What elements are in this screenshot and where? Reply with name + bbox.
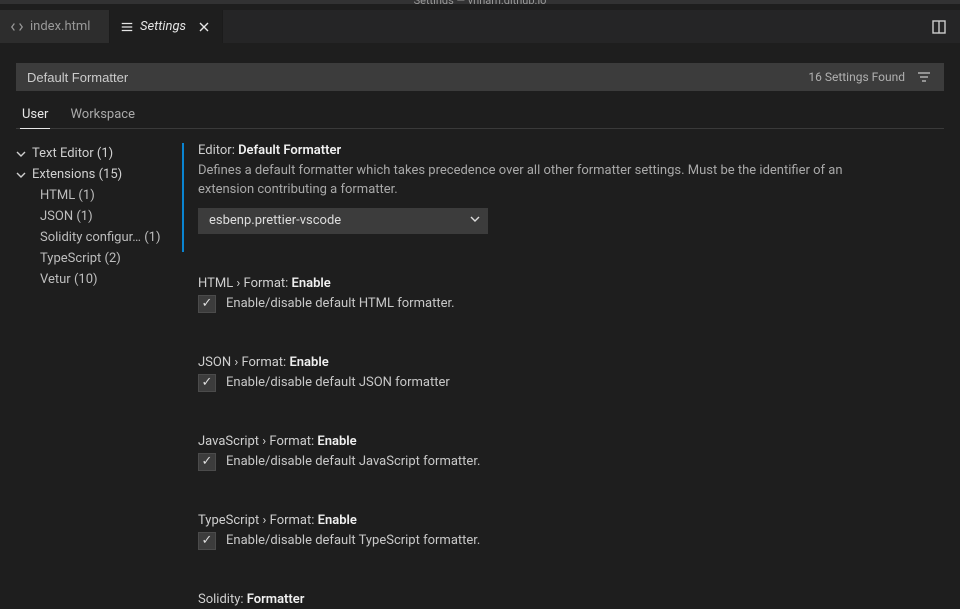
tab-bar: index.html Settings bbox=[0, 10, 960, 43]
default-formatter-dropdown[interactable]: esbenp.prettier-vscode bbox=[198, 208, 488, 234]
toc-leaf-vetur[interactable]: Vetur (10) bbox=[16, 269, 180, 290]
settings-search[interactable]: 16 Settings Found bbox=[16, 63, 944, 91]
setting-title: TypeScript › Format: Enable bbox=[198, 513, 944, 528]
checkbox-label: Enable/disable default JSON formatter bbox=[226, 375, 450, 390]
settings-toc: Text Editor (1) Extensions (15) HTML (1)… bbox=[16, 143, 180, 609]
toc-label: Text Editor (1) bbox=[32, 146, 113, 161]
setting-title: Solidity: Formatter bbox=[198, 592, 944, 607]
settings-details: Editor: Default Formatter Defines a defa… bbox=[180, 143, 944, 609]
chevron-down-icon bbox=[16, 170, 28, 180]
settings-search-input[interactable] bbox=[27, 70, 808, 85]
setting-title: HTML › Format: Enable bbox=[198, 276, 944, 291]
settings-list-icon bbox=[120, 20, 134, 34]
setting-typescript-format-enable: TypeScript › Format: Enable Enable/disab… bbox=[182, 507, 944, 568]
toc-group-text-editor[interactable]: Text Editor (1) bbox=[16, 143, 180, 164]
code-icon bbox=[10, 20, 24, 34]
scope-tab-workspace[interactable]: Workspace bbox=[68, 101, 137, 129]
setting-json-format-enable: JSON › Format: Enable Enable/disable def… bbox=[182, 349, 944, 410]
results-count: 16 Settings Found bbox=[808, 70, 905, 84]
tab-label: index.html bbox=[30, 19, 90, 34]
toc-group-extensions[interactable]: Extensions (15) bbox=[16, 164, 180, 185]
setting-solidity-formatter: Solidity: Formatter Enables / disables t… bbox=[182, 586, 944, 609]
setting-description: Defines a default formatter which takes … bbox=[198, 162, 898, 200]
window-title: Settings — vnnam.github.io bbox=[414, 0, 547, 4]
setting-html-format-enable: HTML › Format: Enable Enable/disable def… bbox=[182, 270, 944, 331]
tab-label: Settings bbox=[140, 19, 186, 34]
toc-leaf-solidity[interactable]: Solidity configur… (1) bbox=[16, 227, 180, 248]
toc-leaf-typescript[interactable]: TypeScript (2) bbox=[16, 248, 180, 269]
setting-editor-default-formatter: Editor: Default Formatter Defines a defa… bbox=[182, 143, 944, 252]
filter-icon[interactable] bbox=[913, 66, 935, 88]
scope-tab-user[interactable]: User bbox=[20, 101, 50, 129]
setting-title: JavaScript › Format: Enable bbox=[198, 434, 944, 449]
scope-tabs: User Workspace bbox=[16, 101, 944, 129]
checkbox[interactable] bbox=[198, 453, 216, 471]
checkbox-label: Enable/disable default TypeScript format… bbox=[226, 533, 480, 548]
setting-title: JSON › Format: Enable bbox=[198, 355, 944, 370]
checkbox-label: Enable/disable default JavaScript format… bbox=[226, 454, 480, 469]
tab-actions bbox=[928, 10, 960, 43]
dropdown-value: esbenp.prettier-vscode bbox=[209, 213, 469, 228]
tab-settings[interactable]: Settings bbox=[110, 10, 223, 43]
toc-label: Extensions (15) bbox=[32, 167, 122, 182]
settings-editor: 16 Settings Found User Workspace Text Ed… bbox=[0, 43, 960, 609]
checkbox[interactable] bbox=[198, 532, 216, 550]
checkbox-label: Enable/disable default HTML formatter. bbox=[226, 296, 455, 311]
toc-leaf-json[interactable]: JSON (1) bbox=[16, 206, 180, 227]
setting-title: Editor: Default Formatter bbox=[198, 143, 944, 158]
split-editor-icon[interactable] bbox=[928, 16, 950, 38]
toc-leaf-html[interactable]: HTML (1) bbox=[16, 185, 180, 206]
close-icon[interactable] bbox=[196, 19, 212, 35]
chevron-down-icon bbox=[16, 149, 28, 159]
checkbox[interactable] bbox=[198, 295, 216, 313]
chevron-down-icon bbox=[469, 213, 481, 229]
tab-index-html[interactable]: index.html bbox=[0, 10, 110, 43]
setting-javascript-format-enable: JavaScript › Format: Enable Enable/disab… bbox=[182, 428, 944, 489]
checkbox[interactable] bbox=[198, 374, 216, 392]
window-title-bar: Settings — vnnam.github.io bbox=[0, 0, 960, 4]
